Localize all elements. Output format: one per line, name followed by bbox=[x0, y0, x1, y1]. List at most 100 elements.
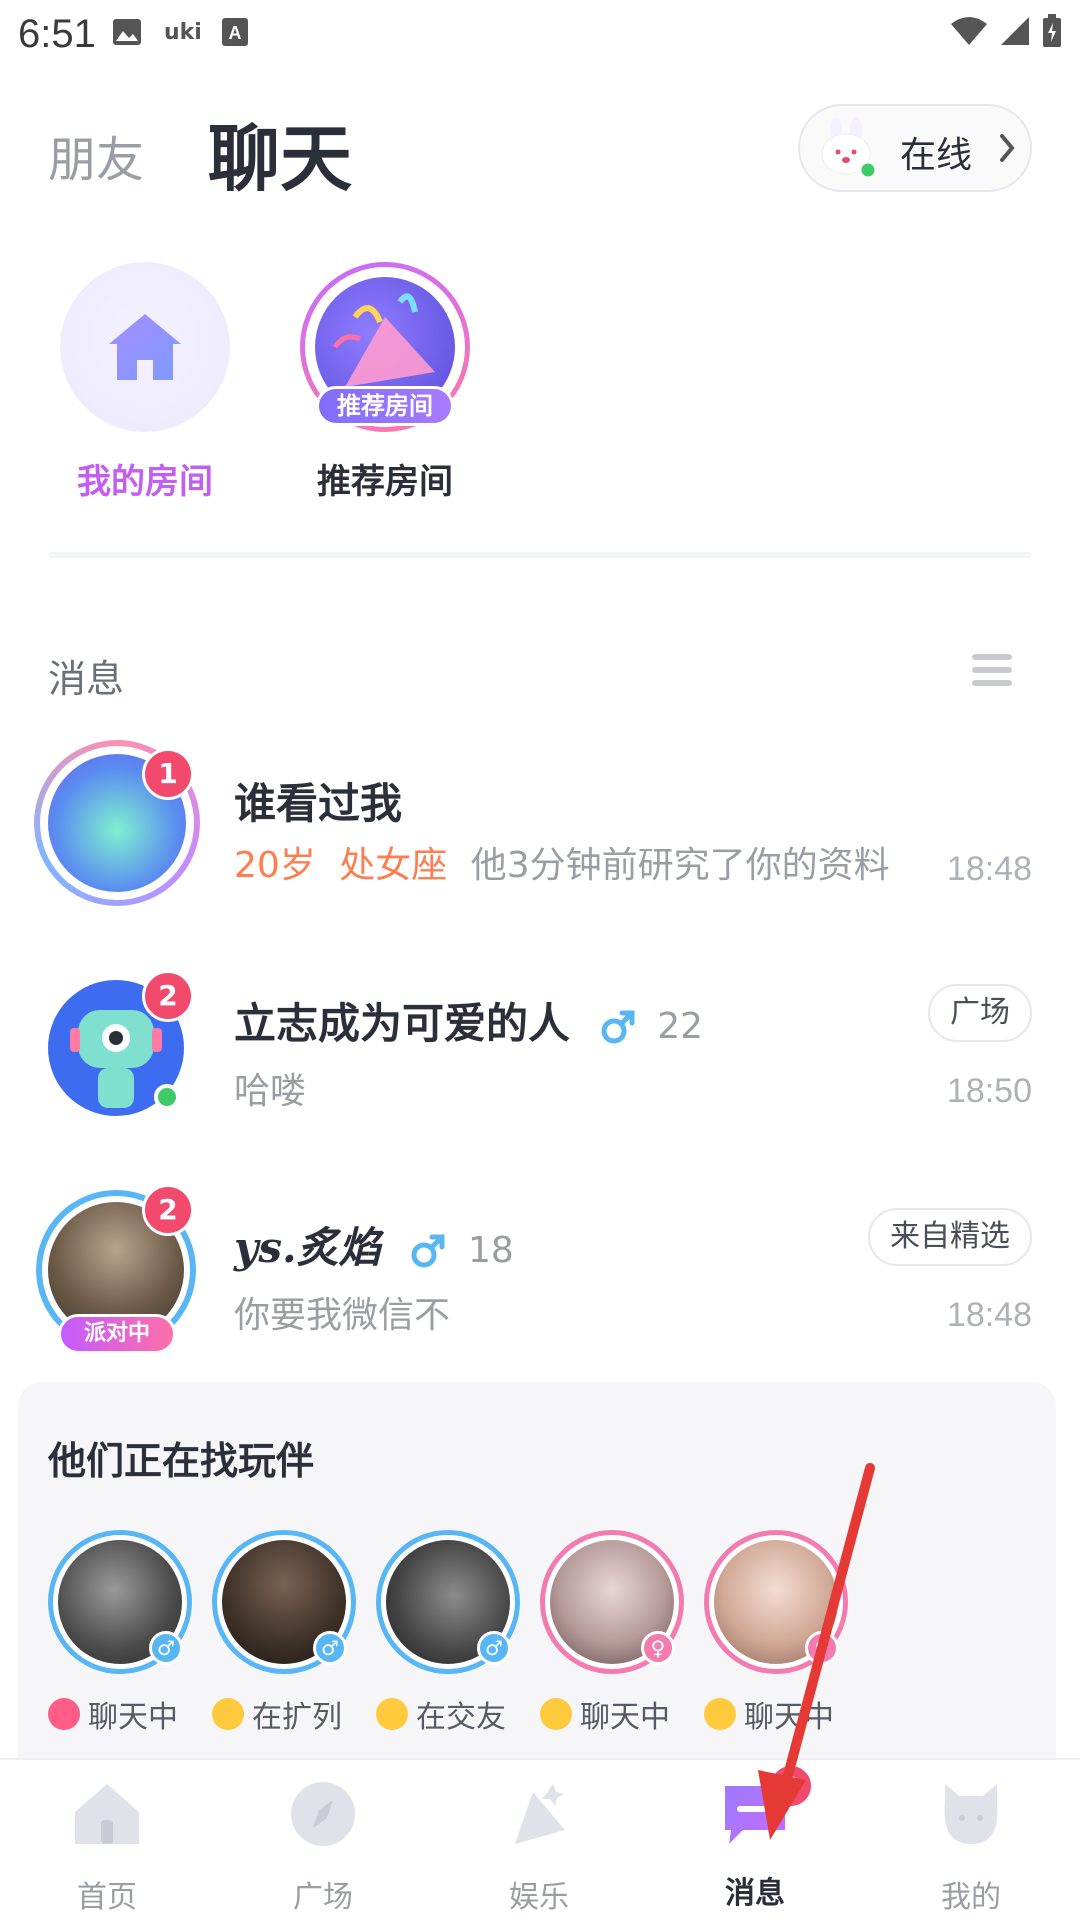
signal-icon bbox=[1001, 17, 1029, 45]
companion-status: 在扩列 bbox=[212, 1692, 402, 1736]
nav-messages-label: 消息 bbox=[725, 1876, 785, 1911]
home-icon bbox=[75, 1784, 139, 1844]
companion-avatar-ring: ♂ bbox=[376, 1530, 520, 1674]
message-preview: 哈喽 bbox=[234, 1071, 307, 1112]
accessibility-icon: A bbox=[222, 18, 248, 46]
companion-status-label: 在扩列 bbox=[252, 1700, 342, 1735]
companion-status: 聊天中 bbox=[704, 1692, 894, 1736]
status-time: 6:51 bbox=[18, 12, 96, 56]
companion-avatar-ring: ♂ bbox=[48, 1530, 192, 1674]
chick-icon bbox=[212, 1698, 244, 1730]
source-tag: 广场 bbox=[928, 984, 1032, 1042]
zodiac-text: 处女座 bbox=[339, 845, 448, 886]
party-icon bbox=[515, 1784, 565, 1844]
companions-title: 他们正在找玩伴 bbox=[48, 1439, 315, 1483]
message-title: 谁看过我 bbox=[234, 779, 403, 828]
companion-status: 聊天中 bbox=[540, 1692, 730, 1736]
message-title-line: ys.炙焰 18 bbox=[234, 1214, 514, 1275]
user-age: 22 bbox=[657, 1006, 704, 1047]
nav-mine[interactable]: 我的 bbox=[896, 1770, 1046, 1916]
companion-card[interactable]: ♀ 聊天中 bbox=[540, 1530, 690, 1735]
online-status-button[interactable]: 在线 bbox=[798, 104, 1032, 192]
chevron-right-icon bbox=[1000, 134, 1015, 162]
tab-friends[interactable]: 朋友 bbox=[48, 120, 144, 190]
nav-fun-label: 娱乐 bbox=[509, 1880, 569, 1915]
nav-messages-badge: 3 bbox=[769, 1764, 813, 1808]
nav-messages[interactable]: 3 消息 bbox=[680, 1764, 830, 1912]
nav-square[interactable]: 广场 bbox=[248, 1770, 398, 1916]
companion-avatar-ring: ♂ bbox=[212, 1530, 356, 1674]
menu-icon[interactable] bbox=[972, 652, 1012, 688]
my-room-circle bbox=[60, 262, 230, 432]
message-row-visitors[interactable]: 1 谁看过我 20岁 处女座 他3分钟前研究了你的资料 18:48 bbox=[0, 740, 1080, 940]
status-bar: 6:51 uki A bbox=[0, 0, 1080, 72]
recommended-room-badge: 推荐房间 bbox=[316, 386, 454, 426]
companion-avatar-ring: ♀ bbox=[704, 1530, 848, 1674]
status-indicators bbox=[950, 14, 1062, 48]
chick-icon bbox=[540, 1698, 572, 1730]
age-text: 20岁 bbox=[234, 845, 316, 886]
user-3-avatar: 2 派对中 bbox=[34, 1184, 200, 1356]
unread-badge: 1 bbox=[142, 748, 194, 800]
battery-icon bbox=[1043, 14, 1061, 47]
unread-badge: 2 bbox=[142, 1184, 194, 1236]
nav-mine-label: 我的 bbox=[941, 1880, 1001, 1915]
companion-card[interactable]: ♂ 在交友 bbox=[376, 1530, 526, 1735]
user-age: 18 bbox=[467, 1230, 514, 1271]
male-icon: ♂ bbox=[313, 1631, 347, 1665]
companion-status: 聊天中 bbox=[48, 1692, 238, 1736]
message-row-user-2[interactable]: 2 立志成为可爱的人 22 哈喽 广场 18:50 bbox=[0, 970, 1080, 1176]
companion-card[interactable]: ♂ 聊天中 bbox=[48, 1530, 198, 1735]
my-room-entry[interactable]: 我的房间 bbox=[60, 262, 230, 502]
message-preview: 你要我微信不 bbox=[234, 1295, 451, 1336]
companion-avatar-ring: ♀ bbox=[540, 1530, 684, 1674]
nav-fun[interactable]: 娱乐 bbox=[464, 1770, 614, 1916]
nav-home[interactable]: 首页 bbox=[32, 1770, 182, 1916]
male-icon bbox=[601, 1010, 635, 1043]
compass-icon bbox=[291, 1782, 355, 1846]
tab-chat[interactable]: 聊天 bbox=[208, 100, 352, 205]
message-time: 18:48 bbox=[946, 1296, 1032, 1334]
messages-section-title: 消息 bbox=[48, 657, 125, 701]
companion-status-label: 聊天中 bbox=[744, 1700, 834, 1735]
male-icon: ♂ bbox=[477, 1631, 511, 1665]
companion-status-label: 聊天中 bbox=[88, 1700, 178, 1735]
in-party-badge: 派对中 bbox=[58, 1314, 176, 1354]
companion-card[interactable]: ♂ 在扩列 bbox=[212, 1530, 362, 1735]
home-icon bbox=[109, 314, 181, 380]
chick-icon bbox=[704, 1698, 736, 1730]
source-tag: 来自精选 bbox=[868, 1208, 1032, 1266]
profile-icon bbox=[944, 1784, 998, 1844]
male-icon: ♂ bbox=[149, 1631, 183, 1665]
nav-messages-icon-wrap: 3 bbox=[719, 1764, 813, 1850]
message-row-user-3[interactable]: 2 派对中 ys.炙焰 18 你要我微信不 来自精选 18:48 bbox=[0, 1184, 1080, 1390]
unread-badge: 2 bbox=[142, 970, 194, 1022]
companion-status-label: 聊天中 bbox=[580, 1700, 670, 1735]
online-status-label: 在线 bbox=[900, 135, 973, 176]
visitors-avatar: 1 bbox=[34, 740, 200, 906]
recommended-room-label: 推荐房间 bbox=[317, 462, 453, 502]
user-name: ys.炙焰 bbox=[234, 1223, 381, 1272]
male-icon bbox=[411, 1234, 445, 1267]
companion-card[interactable]: ♀ 聊天中 bbox=[704, 1530, 854, 1735]
preview-text: 他3分钟前研究了你的资料 bbox=[470, 845, 890, 886]
nav-home-label: 首页 bbox=[77, 1880, 137, 1915]
message-preview: 20岁 处女座 他3分钟前研究了你的资料 bbox=[234, 836, 890, 888]
user-2-avatar: 2 bbox=[34, 970, 200, 1142]
gallery-icon bbox=[113, 19, 141, 45]
female-icon: ♀ bbox=[805, 1631, 839, 1665]
nav-square-label: 广场 bbox=[293, 1880, 353, 1915]
bunny-avatar-icon bbox=[821, 117, 878, 180]
heart-icon bbox=[48, 1698, 80, 1730]
user-name: 立志成为可爱的人 bbox=[234, 999, 571, 1048]
message-title-line: 立志成为可爱的人 22 bbox=[234, 990, 703, 1051]
companion-status-label: 在交友 bbox=[416, 1700, 506, 1735]
svg-text:A: A bbox=[229, 23, 242, 43]
uki-icon: uki bbox=[164, 20, 202, 45]
message-time: 18:50 bbox=[946, 1072, 1032, 1110]
section-divider bbox=[48, 552, 1032, 558]
bottom-nav: 首页 广场 娱乐 3 消息 我的 bbox=[0, 1758, 1080, 1920]
recommended-room-entry[interactable]: 推荐房间 推荐房间 bbox=[300, 262, 470, 502]
female-icon: ♀ bbox=[641, 1631, 675, 1665]
companions-panel: 他们正在找玩伴 ♂ 聊天中 ♂ 在扩列 ♂ 在交友 ♀ 聊天中 ♀ 聊天中 bbox=[18, 1382, 1056, 1802]
